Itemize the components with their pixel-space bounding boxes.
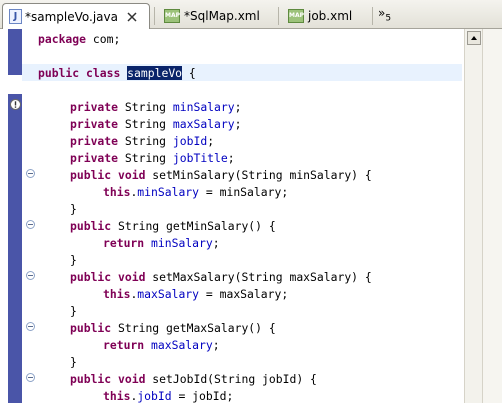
fold-icon[interactable] <box>26 169 35 178</box>
sqlmap-xml-icon: MAP <box>164 8 180 23</box>
tab-separator <box>154 7 155 25</box>
code-line: private String jobTitle; <box>70 151 235 165</box>
code-line: this.jobId = jobId; <box>103 389 234 403</box>
code-line: public String getMinSalary() { <box>70 219 276 233</box>
tab-label: job.xml <box>308 8 353 23</box>
fold-icon[interactable] <box>26 373 35 382</box>
fold-icon[interactable] <box>26 322 35 331</box>
editor-tab-bar: J *sampleVo.java MAP *SqlMap.xml MAP job… <box>0 0 502 29</box>
code-line: private String jobId; <box>70 134 215 148</box>
code-line: public class sampleVo { <box>38 66 196 80</box>
fold-icon[interactable] <box>26 271 35 280</box>
code-line: private String minSalary; <box>70 100 242 114</box>
tab-separator <box>278 7 279 25</box>
tab-sqlmap-xml[interactable]: MAP *SqlMap.xml <box>158 3 278 28</box>
code-line: } <box>70 304 77 318</box>
code-line: public void setMinSalary(String minSalar… <box>70 168 372 182</box>
close-tab-icon[interactable] <box>124 9 140 25</box>
selected-text: sampleVo <box>127 66 183 80</box>
code-line: public String getMaxSalary() { <box>70 321 276 335</box>
code-line: package com; <box>38 32 121 46</box>
change-marker <box>8 94 22 403</box>
tab-label: *SqlMap.xml <box>184 8 260 23</box>
code-line: } <box>70 202 77 216</box>
more-tabs-button[interactable]: »5 <box>378 6 391 23</box>
scroll-up-button[interactable] <box>467 31 481 45</box>
sqlmap-xml-icon: MAP <box>288 8 304 23</box>
code-line: public void setJobId(String jobId) { <box>70 372 317 386</box>
code-line: public void setMaxSalary(String maxSalar… <box>70 270 372 284</box>
warning-icon[interactable] <box>10 99 21 110</box>
code-line: } <box>70 253 77 267</box>
code-line: } <box>70 355 77 369</box>
tab-separator <box>372 7 373 25</box>
tab-samplevo-java[interactable]: J *sampleVo.java <box>2 3 150 29</box>
tab-label: *sampleVo.java <box>25 9 118 24</box>
java-file-icon: J <box>9 9 22 24</box>
vertical-ruler <box>0 29 22 403</box>
tab-job-xml[interactable]: MAP job.xml <box>282 3 382 28</box>
code-line: this.maxSalary = maxSalary; <box>103 287 289 301</box>
code-line: private String maxSalary; <box>70 117 242 131</box>
fold-icon[interactable] <box>26 220 35 229</box>
code-line: return maxSalary; <box>103 338 220 352</box>
java-editor[interactable]: package com; public class sampleVo { pri… <box>0 29 502 403</box>
code-line: return minSalary; <box>103 236 220 250</box>
vertical-scrollbar[interactable] <box>464 29 482 403</box>
overview-ruler[interactable] <box>482 29 502 403</box>
change-marker <box>8 29 22 75</box>
code-line: this.minSalary = minSalary; <box>103 185 289 199</box>
